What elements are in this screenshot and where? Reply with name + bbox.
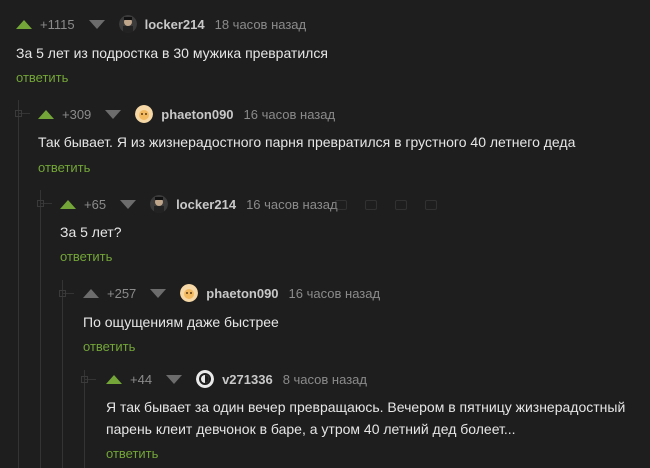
comment-thread: +1115 locker214 18 часов назад За 5 лет … [0,0,650,468]
collapse-toggle-4[interactable] [81,376,88,383]
username[interactable]: phaeton090 [161,107,233,122]
thread-line-4 [84,370,85,468]
comment-text: По ощущениям даже быстрее [83,314,279,330]
comment-text-line: Я так бывает за один вечер превращаюсь. … [106,399,626,415]
comment-text: Так бывает. Я из жизнерадостного парня п… [38,134,576,150]
flag-icon[interactable] [425,200,437,210]
rating: +257 [107,285,137,301]
timestamp: 18 часов назад [214,16,307,32]
reply-link[interactable]: ответить [38,160,90,175]
thread-line-2 [40,190,41,468]
timestamp: 8 часов назад [282,371,367,387]
timestamp: 16 часов назад [243,106,336,122]
comment-header: +309 phaeton090 16 часов назад [38,102,335,126]
upvote-icon[interactable] [106,374,122,384]
collapse-toggle-3[interactable] [59,290,66,297]
avatar[interactable] [180,284,199,302]
rating: +65 [84,196,107,212]
comment-header: +65 locker214 16 часов назад [60,192,338,216]
reply-link[interactable]: ответить [16,70,68,85]
username[interactable]: phaeton090 [206,286,278,301]
save-icon[interactable] [365,200,377,210]
upvote-icon[interactable] [60,199,76,209]
timestamp: 16 часов назад [246,196,338,212]
reply-link[interactable]: ответить [83,339,135,354]
username[interactable]: locker214 [176,197,236,212]
avatar[interactable] [196,370,215,388]
comment-text-line: парень клеит девчонок в баре, а утром 40… [106,421,516,437]
upvote-icon[interactable] [16,19,32,29]
rating: +1115 [40,16,75,32]
avatar[interactable] [150,195,169,213]
avatar[interactable] [118,15,137,33]
comment-text: За 5 лет из подростка в 30 мужика превра… [16,45,328,61]
username[interactable]: locker214 [145,17,205,32]
upvote-icon[interactable] [38,109,54,119]
reply-link[interactable]: ответить [106,446,158,461]
thread-line-1 [18,100,19,468]
timestamp: 16 часов назад [288,285,381,301]
rating: +309 [62,106,92,122]
comment-text: За 5 лет? [60,224,122,240]
downvote-icon[interactable] [166,374,183,384]
comment-header: +44 v271336 8 часов назад [106,367,367,391]
collapse-toggle-1[interactable] [15,110,22,117]
avatar[interactable] [135,105,154,123]
rating: +44 [130,371,153,387]
hover-action-icons [335,200,437,210]
downvote-icon[interactable] [105,109,122,119]
more-icon[interactable] [395,200,407,210]
thread-line-3 [62,280,63,468]
downvote-icon[interactable] [150,288,167,298]
downvote-icon[interactable] [88,19,105,29]
share-icon[interactable] [335,200,347,210]
reply-link[interactable]: ответить [60,249,112,264]
comment-header: +1115 locker214 18 часов назад [16,12,306,36]
comment-header: +257 phaeton090 16 часов назад [83,281,380,305]
collapse-toggle-2[interactable] [37,200,44,207]
upvote-icon[interactable] [83,288,99,298]
downvote-icon[interactable] [120,199,137,209]
username[interactable]: v271336 [222,372,273,387]
